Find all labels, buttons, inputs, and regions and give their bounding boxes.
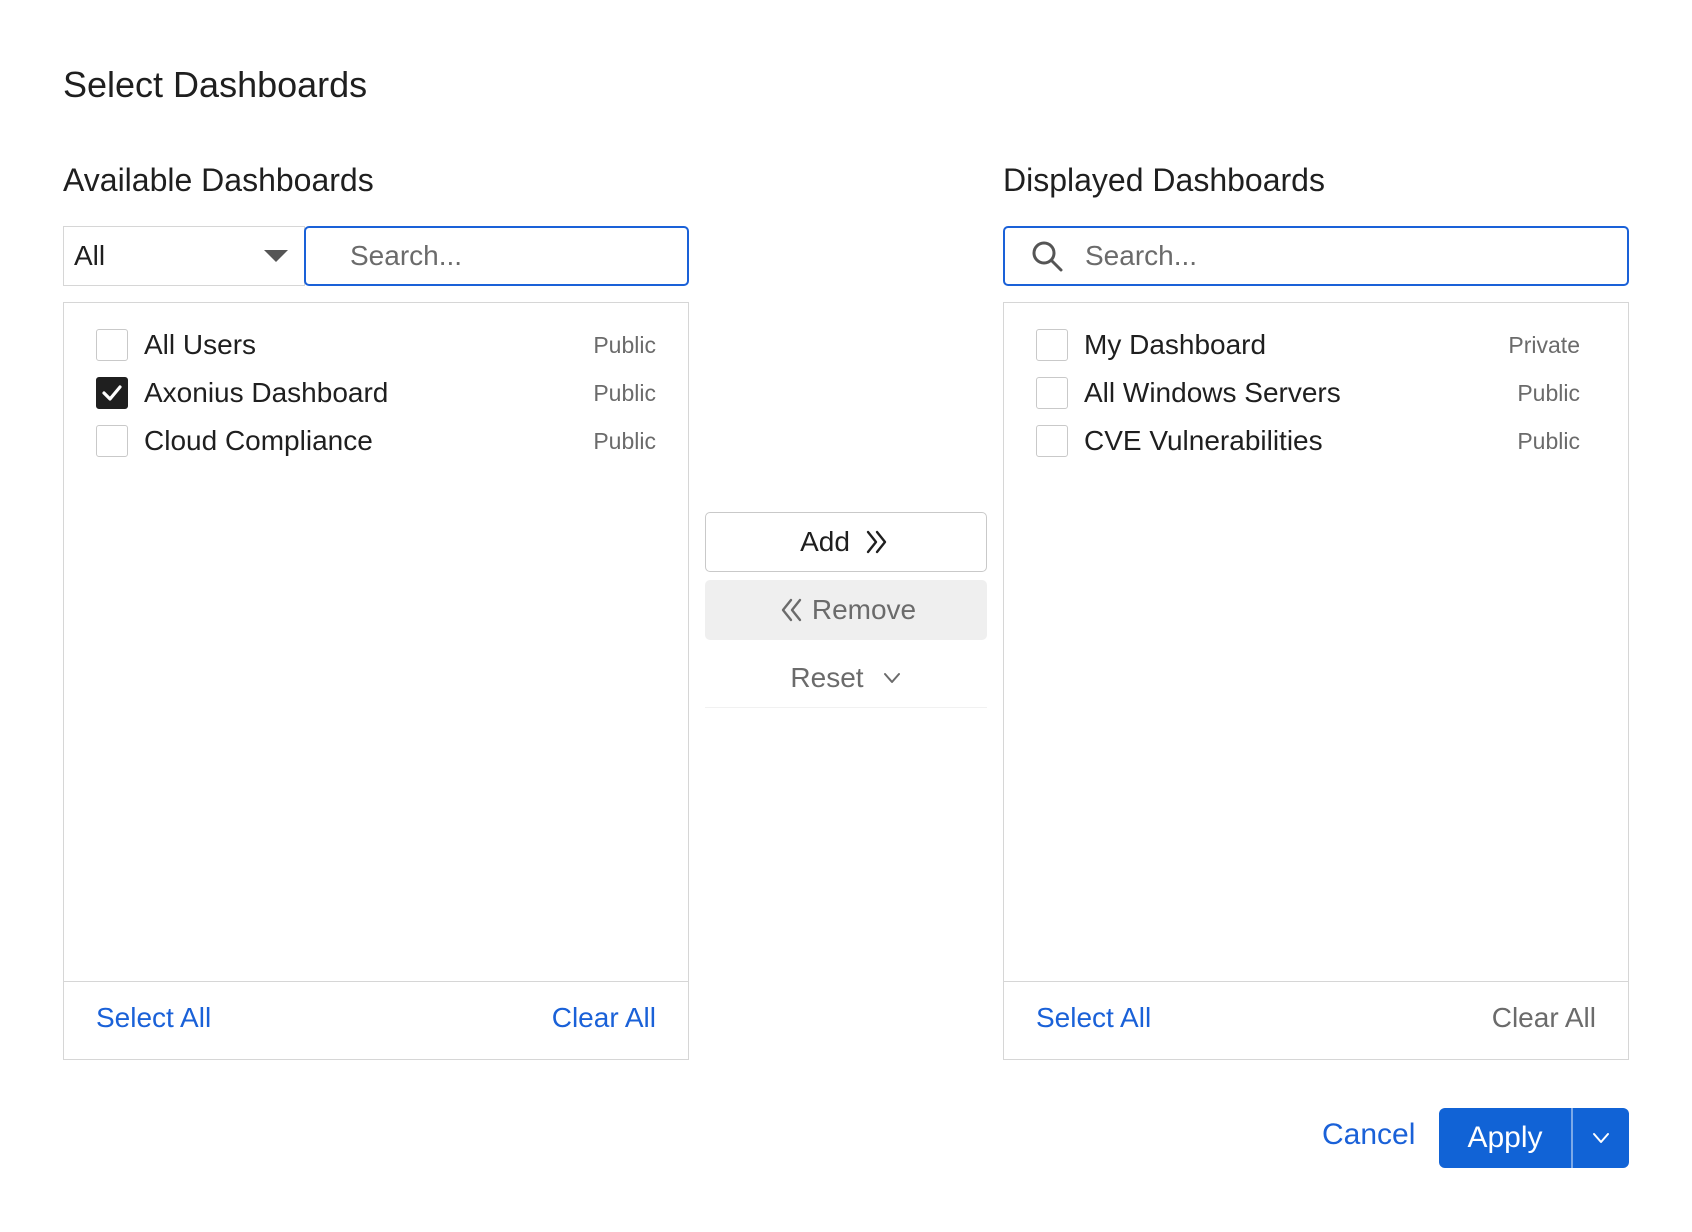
visibility-badge: Public bbox=[593, 331, 656, 358]
visibility-badge: Public bbox=[593, 379, 656, 406]
chevrons-right-icon bbox=[866, 530, 887, 554]
visibility-badge: Public bbox=[1517, 379, 1580, 406]
displayed-footer: Select All Clear All bbox=[1004, 981, 1628, 1059]
item-label: CVE Vulnerabilities bbox=[1084, 425, 1323, 456]
visibility-badge: Public bbox=[593, 427, 656, 454]
caret-down-icon bbox=[264, 250, 288, 262]
list-item[interactable]: Cloud Compliance Public bbox=[96, 421, 656, 461]
item-label: All Users bbox=[144, 329, 257, 360]
available-search[interactable] bbox=[304, 226, 711, 286]
apply-button[interactable]: Apply bbox=[1439, 1108, 1571, 1168]
visibility-badge: Private bbox=[1508, 331, 1580, 358]
add-label: Add bbox=[800, 526, 850, 557]
checkbox[interactable] bbox=[96, 329, 128, 361]
checkbox[interactable] bbox=[1036, 329, 1068, 361]
checkbox[interactable] bbox=[1036, 377, 1068, 409]
available-footer: Select All Clear All bbox=[64, 981, 688, 1059]
list-item[interactable]: My Dashboard Private bbox=[1036, 325, 1580, 365]
checkbox-checked[interactable] bbox=[96, 377, 128, 409]
displayed-list: My Dashboard Private All Windows Servers… bbox=[1003, 302, 1629, 1060]
list-item[interactable]: All Users Public bbox=[96, 325, 656, 365]
item-label: All Windows Servers bbox=[1084, 377, 1341, 408]
available-title: Available Dashboards bbox=[63, 162, 374, 198]
item-label: Axonius Dashboard bbox=[144, 377, 389, 408]
dialog-title: Select Dashboards bbox=[63, 64, 368, 105]
displayed-search[interactable] bbox=[1003, 226, 1629, 286]
chevron-down-icon bbox=[1592, 1133, 1609, 1143]
apply-menu-button[interactable] bbox=[1573, 1108, 1630, 1168]
visibility-badge: Public bbox=[1517, 427, 1580, 454]
cancel-button[interactable]: Cancel bbox=[1322, 1118, 1415, 1152]
displayed-select-all[interactable]: Select All bbox=[1036, 1002, 1151, 1034]
filter-select-value: All bbox=[74, 240, 106, 271]
available-list: All Users Public Axonius Dashboard Publi… bbox=[63, 302, 689, 1060]
item-label: My Dashboard bbox=[1084, 329, 1267, 360]
reset-label: Reset bbox=[790, 661, 864, 693]
search-icon bbox=[1032, 241, 1063, 272]
chevron-down-icon bbox=[883, 672, 900, 683]
add-button[interactable]: Add bbox=[705, 512, 987, 572]
checkmark-icon bbox=[102, 385, 122, 401]
available-select-all[interactable]: Select All bbox=[96, 1002, 211, 1034]
reset-button[interactable]: Reset bbox=[705, 648, 987, 708]
remove-label: Remove bbox=[811, 594, 917, 625]
list-item[interactable]: Axonius Dashboard Public bbox=[96, 373, 656, 413]
remove-button[interactable]: Remove bbox=[705, 580, 987, 640]
checkbox[interactable] bbox=[1036, 425, 1068, 457]
list-item[interactable]: CVE Vulnerabilities Public bbox=[1036, 421, 1580, 461]
displayed-search-input[interactable] bbox=[1085, 240, 1627, 272]
apply-split-button: Apply bbox=[1439, 1108, 1629, 1168]
available-clear-all[interactable]: Clear All bbox=[552, 1002, 656, 1034]
list-item[interactable]: All Windows Servers Public bbox=[1036, 373, 1580, 413]
item-label: Cloud Compliance bbox=[144, 425, 373, 456]
checkbox[interactable] bbox=[96, 425, 128, 457]
chevrons-left-icon bbox=[781, 598, 802, 622]
displayed-clear-all[interactable]: Clear All bbox=[1492, 1002, 1596, 1034]
available-search-input[interactable] bbox=[350, 240, 711, 272]
displayed-title: Displayed Dashboards bbox=[1003, 162, 1325, 198]
filter-select[interactable]: All bbox=[63, 226, 305, 286]
